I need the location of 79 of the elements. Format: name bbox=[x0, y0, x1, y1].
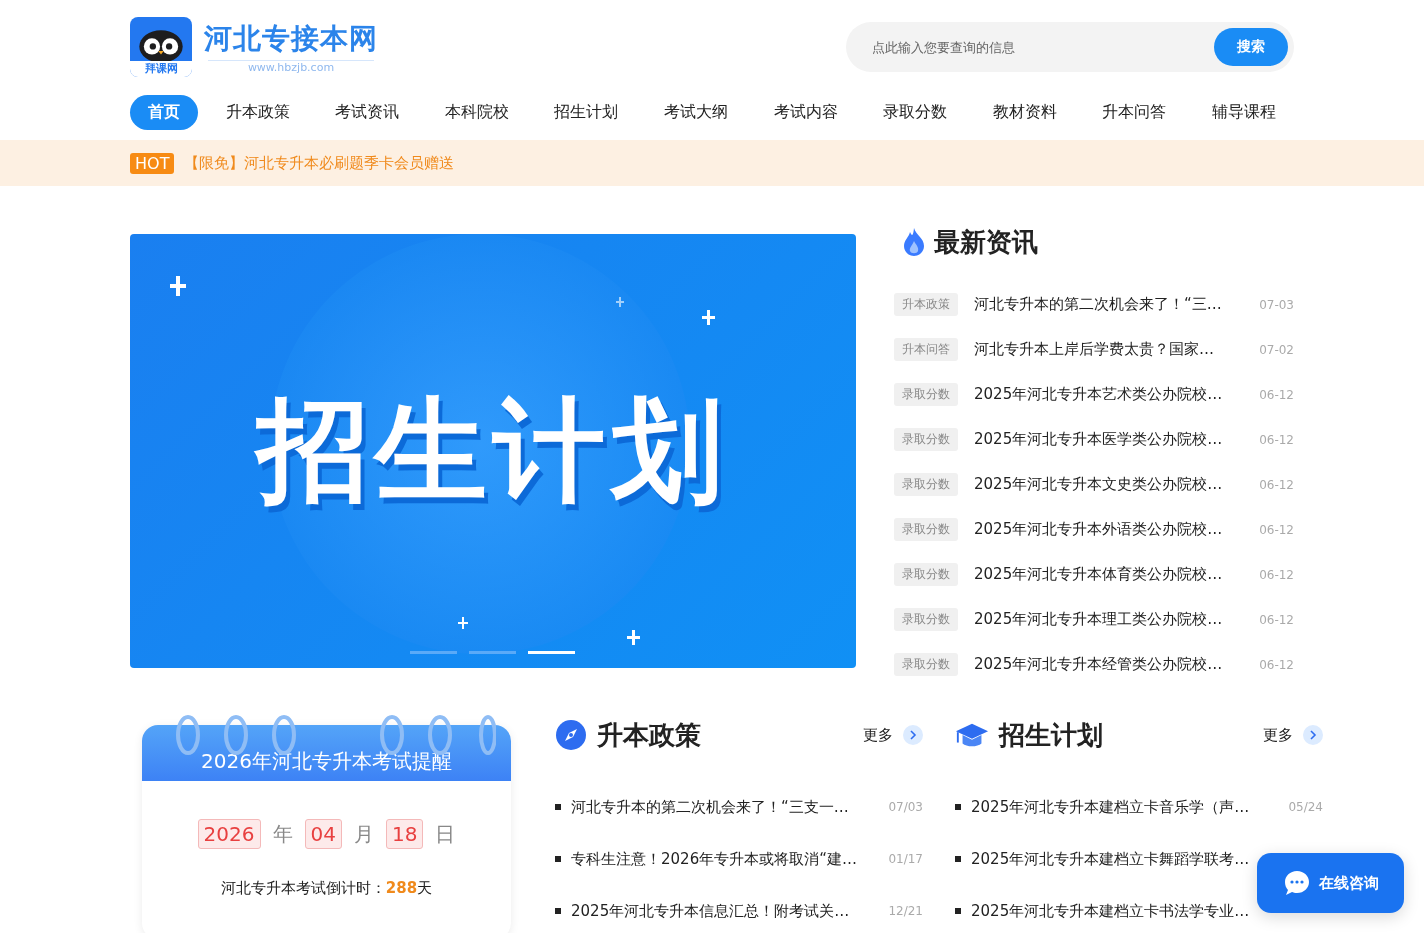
category-tag: 录取分数 bbox=[894, 653, 958, 676]
day-unit: 日 bbox=[435, 820, 456, 848]
month-value: 04 bbox=[304, 819, 342, 849]
article-link[interactable]: 2025年河北专升本信息汇总！附考试关… bbox=[571, 901, 850, 921]
news-link[interactable]: 2025年河北专升本经管类公办院校… bbox=[974, 655, 1242, 674]
section-title: 最新资讯 bbox=[934, 225, 1038, 259]
bullet-icon bbox=[955, 804, 961, 810]
bullet-icon bbox=[555, 804, 561, 810]
nav-tab[interactable]: 升本政策 bbox=[207, 94, 308, 130]
news-date: 06-12 bbox=[1259, 612, 1294, 627]
category-tag: 录取分数 bbox=[894, 518, 958, 541]
flame-icon bbox=[902, 227, 926, 257]
site-title: 河北专接本网 bbox=[204, 21, 378, 57]
article-link[interactable]: 专科生注意！2026年专升本或将取消“建… bbox=[571, 849, 857, 869]
graduation-cap-icon bbox=[955, 721, 989, 749]
chevron-right-icon[interactable] bbox=[1303, 725, 1323, 745]
nav-tab[interactable]: 教材资料 bbox=[974, 94, 1075, 130]
chat-bubble-icon bbox=[1282, 869, 1311, 897]
site-url: www.hbzjb.com bbox=[207, 60, 375, 74]
article-link[interactable]: 2025年河北专升本建档立卡舞蹈学联考… bbox=[971, 849, 1250, 869]
article-link[interactable]: 2025年河北专升本建档立卡音乐学（声… bbox=[971, 797, 1250, 817]
news-date: 06-12 bbox=[1259, 387, 1294, 402]
article-link[interactable]: 2025年河北专升本建档立卡书法学专业… bbox=[971, 901, 1250, 921]
carousel-indicator[interactable] bbox=[528, 651, 575, 654]
bullet-icon bbox=[955, 856, 961, 862]
nav-tab[interactable]: 考试内容 bbox=[755, 94, 856, 130]
category-tag: 录取分数 bbox=[894, 563, 958, 586]
nav-tab[interactable]: 本科院校 bbox=[426, 94, 527, 130]
news-link[interactable]: 2025年河北专升本文史类公办院校… bbox=[974, 475, 1242, 494]
news-date: 06-12 bbox=[1259, 522, 1294, 537]
news-date: 06-12 bbox=[1259, 432, 1294, 447]
countdown-text: 河北专升本考试倒计时：288天 bbox=[220, 879, 433, 898]
news-date: 06-12 bbox=[1259, 657, 1294, 672]
logo-caption: 拜课网 bbox=[130, 61, 192, 77]
category-tag: 录取分数 bbox=[894, 608, 958, 631]
article-date: 07/03 bbox=[888, 800, 923, 814]
year-value: 2026 bbox=[197, 819, 261, 849]
article-date: 01/17 bbox=[888, 852, 923, 866]
category-tag: 升本政策 bbox=[894, 293, 958, 316]
bullet-icon bbox=[555, 856, 561, 862]
news-link[interactable]: 河北专升本上岸后学费太贵？国家… bbox=[974, 340, 1242, 359]
category-tag: 录取分数 bbox=[894, 428, 958, 451]
article-link[interactable]: 河北专升本的第二次机会来了！“三支一… bbox=[571, 797, 849, 817]
nav-tab[interactable]: 录取分数 bbox=[865, 94, 966, 130]
news-date: 06-12 bbox=[1259, 477, 1294, 492]
nav-tab[interactable]: 招生计划 bbox=[536, 94, 637, 130]
month-unit: 月 bbox=[353, 820, 374, 848]
carousel-indicator[interactable] bbox=[469, 651, 516, 654]
bullet-icon bbox=[555, 908, 561, 914]
category-tag: 升本问答 bbox=[894, 338, 958, 361]
bullet-icon bbox=[955, 908, 961, 914]
news-link[interactable]: 河北专升本的第二次机会来了！“三… bbox=[974, 295, 1242, 314]
category-tag: 录取分数 bbox=[894, 473, 958, 496]
section-title: 升本政策 bbox=[597, 718, 701, 752]
news-link[interactable]: 2025年河北专升本体育类公办院校… bbox=[974, 565, 1242, 584]
carousel-indicator[interactable] bbox=[410, 651, 457, 654]
news-link[interactable]: 2025年河北专升本艺术类公办院校… bbox=[974, 385, 1242, 404]
article-date: 12/21 bbox=[888, 904, 923, 918]
article-date: 05/24 bbox=[1288, 800, 1323, 814]
day-value: 18 bbox=[385, 819, 424, 849]
news-date: 07-02 bbox=[1259, 342, 1294, 357]
news-link[interactable]: 2025年河北专升本理工类公办院校… bbox=[974, 610, 1242, 629]
more-link[interactable]: 更多 bbox=[863, 725, 893, 745]
nav-tab[interactable]: 升本问答 bbox=[1084, 94, 1185, 130]
nav-tab[interactable]: 考试大纲 bbox=[645, 94, 746, 130]
section-title: 招生计划 bbox=[999, 718, 1103, 752]
chevron-right-icon[interactable] bbox=[903, 725, 923, 745]
nav-tab[interactable]: 辅导课程 bbox=[1193, 94, 1294, 130]
category-tag: 录取分数 bbox=[894, 383, 958, 406]
online-consult-button[interactable]: 在线咨询 bbox=[1257, 853, 1404, 913]
news-link[interactable]: 2025年河北专升本外语类公办院校… bbox=[974, 520, 1242, 539]
news-link[interactable]: 2025年河北专升本医学类公办院校… bbox=[974, 430, 1242, 449]
more-link[interactable]: 更多 bbox=[1263, 725, 1293, 745]
nav-tab[interactable]: 考试资讯 bbox=[317, 94, 418, 130]
news-date: 07-03 bbox=[1259, 297, 1294, 312]
compass-icon bbox=[555, 719, 587, 751]
news-date: 06-12 bbox=[1259, 567, 1294, 582]
year-unit: 年 bbox=[272, 820, 293, 848]
hot-badge: HOT bbox=[130, 152, 175, 174]
